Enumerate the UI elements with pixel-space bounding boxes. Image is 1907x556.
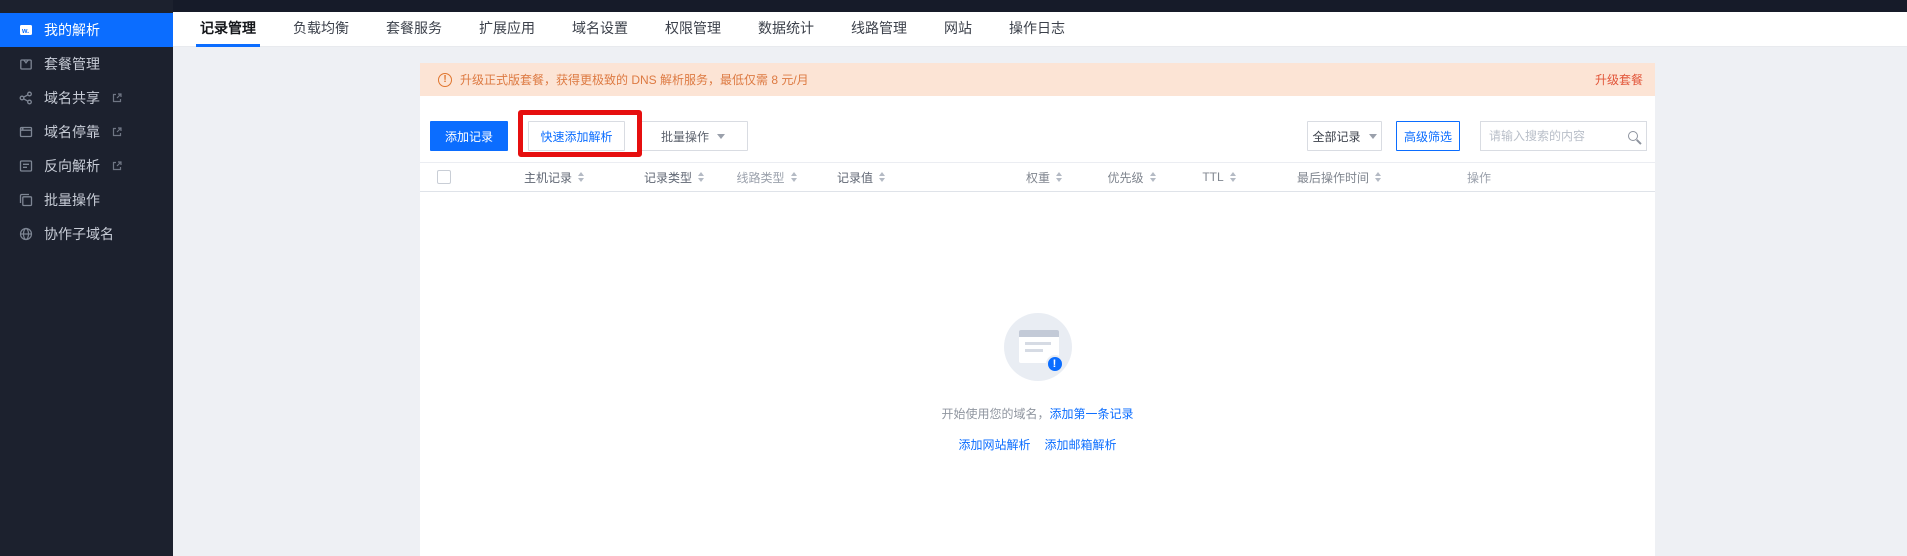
- sidebar-item-reverse-dns[interactable]: 反向解析: [0, 149, 173, 183]
- exclamation-badge-icon: !: [1046, 355, 1064, 373]
- column-header-priority[interactable]: 优先级: [1089, 169, 1174, 186]
- chevron-down-icon: [717, 134, 725, 139]
- sidebar-item-batch-operations[interactable]: 批量操作: [0, 183, 173, 217]
- batch-operation-dropdown[interactable]: 批量操作: [638, 121, 748, 151]
- upgrade-banner-text: 升级正式版套餐，获得更极致的 DNS 解析服务，最低仅需 8 元/月: [460, 71, 809, 88]
- tab-record-management[interactable]: 记录管理: [200, 12, 256, 47]
- select-all-cell: [420, 170, 484, 184]
- record-type-filter-dropdown[interactable]: 全部记录: [1307, 121, 1382, 151]
- column-header-actions: 操作: [1414, 169, 1544, 186]
- tab-plan-services[interactable]: 套餐服务: [386, 12, 442, 47]
- record-panel: ! 升级正式版套餐，获得更极致的 DNS 解析服务，最低仅需 8 元/月 升级套…: [420, 63, 1655, 556]
- empty-state: ! 开始使用您的域名，添加第一条记录 添加网站解析 添加邮箱解析: [420, 313, 1655, 453]
- sidebar-item-label: 套餐管理: [44, 54, 100, 74]
- empty-records-icon: !: [1004, 313, 1072, 381]
- column-header-record-type[interactable]: 记录类型: [624, 169, 724, 186]
- column-label: 最后操作时间: [1297, 169, 1369, 186]
- add-website-dns-link[interactable]: 添加网站解析: [958, 436, 1030, 453]
- svg-text:w.: w.: [21, 28, 29, 35]
- sort-icon[interactable]: [698, 172, 704, 182]
- document-icon: [18, 158, 34, 174]
- record-table-header: 主机记录 记录类型 线路类型 记录值 权重: [420, 162, 1655, 192]
- upgrade-banner: ! 升级正式版套餐，获得更极致的 DNS 解析服务，最低仅需 8 元/月 升级套…: [420, 63, 1655, 96]
- sidebar-item-label: 域名停靠: [44, 122, 100, 142]
- sort-icon[interactable]: [1056, 172, 1062, 182]
- copy-icon: [18, 192, 34, 208]
- add-record-button[interactable]: 添加记录: [430, 121, 508, 151]
- external-link-icon: [112, 93, 122, 103]
- add-first-record-link[interactable]: 添加第一条记录: [1050, 407, 1134, 421]
- tab-load-balancing[interactable]: 负载均衡: [293, 12, 349, 47]
- column-header-record-value[interactable]: 记录值: [809, 169, 999, 186]
- sidebar-item-label: 批量操作: [44, 190, 100, 210]
- external-link-icon: [112, 161, 122, 171]
- column-label: 优先级: [1107, 169, 1143, 186]
- chevron-down-icon: [1369, 134, 1377, 139]
- search-icon[interactable]: [1628, 131, 1638, 141]
- sidebar-item-my-dns[interactable]: w. 我的解析: [0, 13, 173, 47]
- top-nav-strip: [0, 0, 1907, 12]
- sidebar-item-package[interactable]: 套餐管理: [0, 47, 173, 81]
- package-icon: [18, 56, 34, 72]
- warning-circle-icon: !: [438, 73, 452, 87]
- column-label: 记录值: [837, 169, 873, 186]
- advanced-filter-button[interactable]: 高级筛选: [1396, 121, 1460, 151]
- sort-icon[interactable]: [791, 172, 797, 182]
- external-link-icon: [112, 127, 122, 137]
- sidebar: w. 我的解析 套餐管理 域名共享 域名停靠: [0, 0, 173, 556]
- tab-line-management[interactable]: 线路管理: [851, 12, 907, 47]
- select-all-checkbox[interactable]: [437, 170, 451, 184]
- sort-icon[interactable]: [578, 172, 584, 182]
- record-type-filter-label: 全部记录: [1312, 128, 1360, 145]
- column-label: TTL: [1202, 170, 1223, 184]
- search-input[interactable]: [1489, 129, 1622, 143]
- browser-window-icon: [18, 124, 34, 140]
- tab-website[interactable]: 网站: [944, 12, 972, 47]
- column-header-last-operated[interactable]: 最后操作时间: [1264, 169, 1414, 186]
- column-header-line-type[interactable]: 线路类型: [724, 169, 809, 186]
- column-label: 操作: [1467, 169, 1491, 186]
- column-label: 记录类型: [644, 169, 692, 186]
- tab-permission-management[interactable]: 权限管理: [665, 12, 721, 47]
- upgrade-plan-link[interactable]: 升级套餐: [1595, 71, 1643, 88]
- column-header-host[interactable]: 主机记录: [484, 169, 624, 186]
- empty-lead-text: 开始使用您的域名，: [941, 407, 1049, 421]
- add-mail-dns-link[interactable]: 添加邮箱解析: [1045, 436, 1117, 453]
- tab-operation-log[interactable]: 操作日志: [1009, 12, 1065, 47]
- sidebar-item-domain-parking[interactable]: 域名停靠: [0, 115, 173, 149]
- empty-state-quick-links: 添加网站解析 添加邮箱解析: [420, 436, 1655, 453]
- tab-data-statistics[interactable]: 数据统计: [758, 12, 814, 47]
- toolbar-right-group: 全部记录 高级筛选: [1307, 121, 1647, 151]
- tab-domain-settings[interactable]: 域名设置: [572, 12, 628, 47]
- sidebar-item-collab-subdomain[interactable]: 协作子域名: [0, 217, 173, 251]
- empty-state-message: 开始使用您的域名，添加第一条记录: [420, 405, 1655, 422]
- column-header-weight[interactable]: 权重: [999, 169, 1089, 186]
- column-label: 线路类型: [736, 169, 784, 186]
- sidebar-item-label: 反向解析: [44, 156, 100, 176]
- dns-console-screen: w. 我的解析 套餐管理 域名共享 域名停靠: [0, 0, 1907, 556]
- search-box: [1480, 121, 1647, 151]
- sort-icon[interactable]: [1150, 172, 1156, 182]
- sidebar-item-label: 域名共享: [44, 88, 100, 108]
- tab-bar: 记录管理 负载均衡 套餐服务 扩展应用 域名设置 权限管理 数据统计 线路管理 …: [173, 12, 1907, 47]
- column-label: 主机记录: [524, 169, 572, 186]
- sidebar-item-label: 我的解析: [44, 20, 100, 40]
- share-icon: [18, 90, 34, 106]
- tab-extended-apps[interactable]: 扩展应用: [479, 12, 535, 47]
- record-toolbar: 添加记录 快速添加解析 批量操作 全部记录 高级筛选: [430, 121, 1647, 151]
- content-area: ! 升级正式版套餐，获得更极致的 DNS 解析服务，最低仅需 8 元/月 升级套…: [173, 47, 1907, 556]
- batch-operation-label: 批量操作: [661, 128, 709, 145]
- globe-icon: [18, 226, 34, 242]
- column-label: 权重: [1026, 169, 1050, 186]
- my-dns-icon: w.: [18, 22, 34, 38]
- sort-icon[interactable]: [1230, 172, 1236, 182]
- sidebar-item-label: 协作子域名: [44, 224, 114, 244]
- sidebar-item-domain-share[interactable]: 域名共享: [0, 81, 173, 115]
- sort-icon[interactable]: [1375, 172, 1381, 182]
- sort-icon[interactable]: [879, 172, 885, 182]
- column-header-ttl[interactable]: TTL: [1174, 170, 1264, 184]
- quick-add-dns-button[interactable]: 快速添加解析: [528, 121, 625, 151]
